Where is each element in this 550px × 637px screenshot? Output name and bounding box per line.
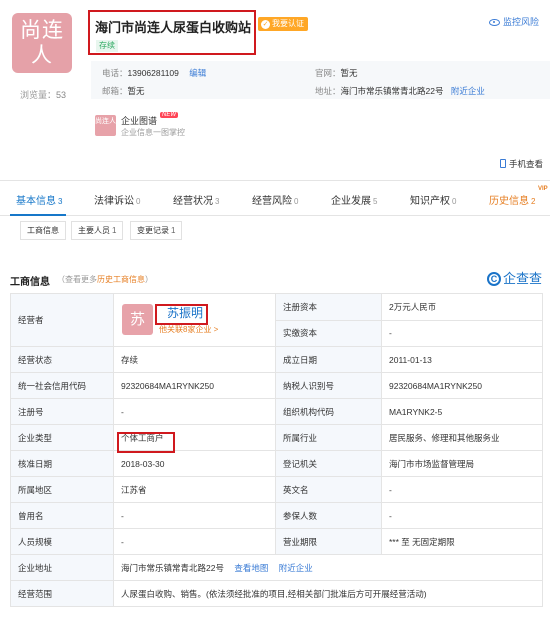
table-key: 企业类型 xyxy=(10,424,114,451)
table-key: 注册资本 xyxy=(275,293,382,321)
table-value: 2018-03-30 xyxy=(113,450,276,477)
table-row: 人员规模 - 营业期限 *** 至 无固定期限 xyxy=(10,528,543,555)
related-companies-link[interactable]: 他关联8家企业 > xyxy=(159,324,218,335)
auth-button[interactable]: ✓ 我要认证 xyxy=(258,17,308,31)
table-row: 企业地址 海门市常乐镇常青北路22号 查看地图 附近企业 xyxy=(10,554,543,581)
section-note: （查看更多历史工商信息） xyxy=(57,275,153,284)
nearby-companies-link[interactable]: 附近企业 xyxy=(451,86,485,96)
table-key: 成立日期 xyxy=(275,346,382,373)
table-row: 所属地区 江苏省 英文名 - xyxy=(10,476,543,503)
table-key: 所属地区 xyxy=(10,476,114,503)
tab-legal[interactable]: 法律诉讼 0 xyxy=(94,192,140,207)
table-value: - xyxy=(113,502,276,529)
table-key: 注册号 xyxy=(10,398,114,425)
nearby-companies-link-2[interactable]: 附近企业 xyxy=(279,563,313,573)
table-key: 经营范围 xyxy=(10,580,114,607)
tab-development[interactable]: 企业发展 5 xyxy=(331,192,377,207)
table-key: 参保人数 xyxy=(275,502,382,529)
shield-icon: ✓ xyxy=(261,20,270,29)
monitor-risk-button[interactable]: 监控风险 xyxy=(489,15,539,28)
address-row: 地址：海门市常乐镇常青北路22号 附近企业 xyxy=(315,86,485,96)
table-value: 2万元人民币 xyxy=(381,293,543,321)
website-row: 官网：暂无 xyxy=(315,68,358,78)
table-key: 纳税人识别号 xyxy=(275,372,382,399)
phone-row: 电话：13906281109 编辑 xyxy=(102,68,207,78)
active-tab-indicator xyxy=(10,214,66,216)
table-key: 组织机构代码 xyxy=(275,398,382,425)
table-value: 海门市市场监督管理局 xyxy=(381,450,543,477)
table-value: 江苏省 xyxy=(113,476,276,503)
table-value: - xyxy=(381,476,543,503)
highlight-box-type xyxy=(117,432,175,453)
tab-history[interactable]: 历史信息 2 xyxy=(489,192,535,207)
qichacha-icon: C xyxy=(487,272,501,286)
table-key: 人员规模 xyxy=(10,528,114,555)
subtab-change-log[interactable]: 变更记录 1 xyxy=(130,221,183,240)
table-value: - xyxy=(381,502,543,529)
table-value: 存续 xyxy=(113,346,276,373)
enterprise-graph-icon[interactable]: 尚连人 xyxy=(95,115,116,136)
table-value: 92320684MA1RYNK250 xyxy=(113,372,276,399)
table-value: *** 至 无固定期限 xyxy=(381,528,543,555)
table-key: 英文名 xyxy=(275,476,382,503)
tab-operations[interactable]: 经营状况 3 xyxy=(173,192,219,207)
company-logo: 尚连人 xyxy=(12,13,72,73)
table-value: 海门市常乐镇常青北路22号 查看地图 附近企业 xyxy=(113,554,543,581)
tab-basic-info[interactable]: 基本信息 3 xyxy=(16,192,62,207)
subtab-business-info[interactable]: 工商信息 xyxy=(20,221,66,240)
table-value: - xyxy=(113,398,276,425)
history-business-link[interactable]: 历史工商信息 xyxy=(97,275,145,284)
avatar: 苏 xyxy=(122,304,153,335)
table-row: 注册号 - 组织机构代码 MA1RYNK2-5 xyxy=(10,398,543,425)
table-value: 居民服务、修理和其他服务业 xyxy=(381,424,543,451)
email-row: 邮箱：暂无 xyxy=(102,86,145,96)
table-key: 统一社会信用代码 xyxy=(10,372,114,399)
eye-icon xyxy=(489,19,500,26)
enterprise-graph-link[interactable]: 企业图谱 xyxy=(121,114,157,127)
view-count: 浏览量：53 xyxy=(20,90,67,100)
table-key: 实缴资本 xyxy=(275,319,382,347)
enterprise-graph-subtitle: 企业信息一图掌控 xyxy=(121,128,185,137)
table-row: 核准日期 2018-03-30 登记机关 海门市市场监督管理局 xyxy=(10,450,543,477)
table-value: MA1RYNK2-5 xyxy=(381,398,543,425)
table-value: 92320684MA1RYNK250 xyxy=(381,372,543,399)
table-row: 企业类型 个体工商户 所属行业 居民服务、修理和其他服务业 xyxy=(10,424,543,451)
tab-ip[interactable]: 知识产权 0 xyxy=(410,192,456,207)
qichacha-logo: C 企查查 xyxy=(487,268,542,287)
business-info-table: 经营者 苏 苏振明 他关联8家企业 > 注册资本 2万元人民币 实缴资本 - 经… xyxy=(10,293,543,607)
table-row: 曾用名 - 参保人数 - xyxy=(10,502,543,529)
table-row: 经营范围 人尿蛋白收购、销售。(依法须经批准的项目,经相关部门批准后方可开展经营… xyxy=(10,580,543,607)
table-row: 经营者 苏 苏振明 他关联8家企业 > 注册资本 2万元人民币 xyxy=(10,293,543,347)
table-value: 人尿蛋白收购、销售。(依法须经批准的项目,经相关部门批准后方可开展经营活动) xyxy=(113,580,543,607)
status-badge: 存续 xyxy=(96,40,118,52)
tab-risk[interactable]: 经营风险 0 xyxy=(252,192,298,207)
table-key: 经营者 xyxy=(10,293,114,347)
table-key: 经营状态 xyxy=(10,346,114,373)
mobile-view-button[interactable]: 手机查看 xyxy=(500,158,543,170)
table-key: 曾用名 xyxy=(10,502,114,529)
edit-link[interactable]: 编辑 xyxy=(189,68,206,78)
table-row: 统一社会信用代码 92320684MA1RYNK250 纳税人识别号 92320… xyxy=(10,372,543,399)
table-row: 经营状态 存续 成立日期 2011-01-13 xyxy=(10,346,543,373)
table-key: 核准日期 xyxy=(10,450,114,477)
tab-bar: 基本信息 3 法律诉讼 0 经营状况 3 经营风险 0 企业发展 5 知识产权 0 历史信息… xyxy=(0,181,550,216)
section-title: 工商信息 xyxy=(10,277,50,288)
table-value: 2011-01-13 xyxy=(381,346,543,373)
view-map-link[interactable]: 查看地图 xyxy=(234,563,268,573)
table-value: - xyxy=(381,319,543,347)
highlight-box-operator xyxy=(155,304,208,325)
subtab-key-personnel[interactable]: 主要人员 1 xyxy=(71,221,124,240)
table-key: 登记机关 xyxy=(275,450,382,477)
table-key: 企业地址 xyxy=(10,554,114,581)
phone-icon xyxy=(500,159,506,168)
new-badge: NEW xyxy=(160,112,178,118)
vip-badge: VIP xyxy=(538,186,548,192)
table-key: 所属行业 xyxy=(275,424,382,451)
table-key: 营业期限 xyxy=(275,528,382,555)
table-value: - xyxy=(113,528,276,555)
